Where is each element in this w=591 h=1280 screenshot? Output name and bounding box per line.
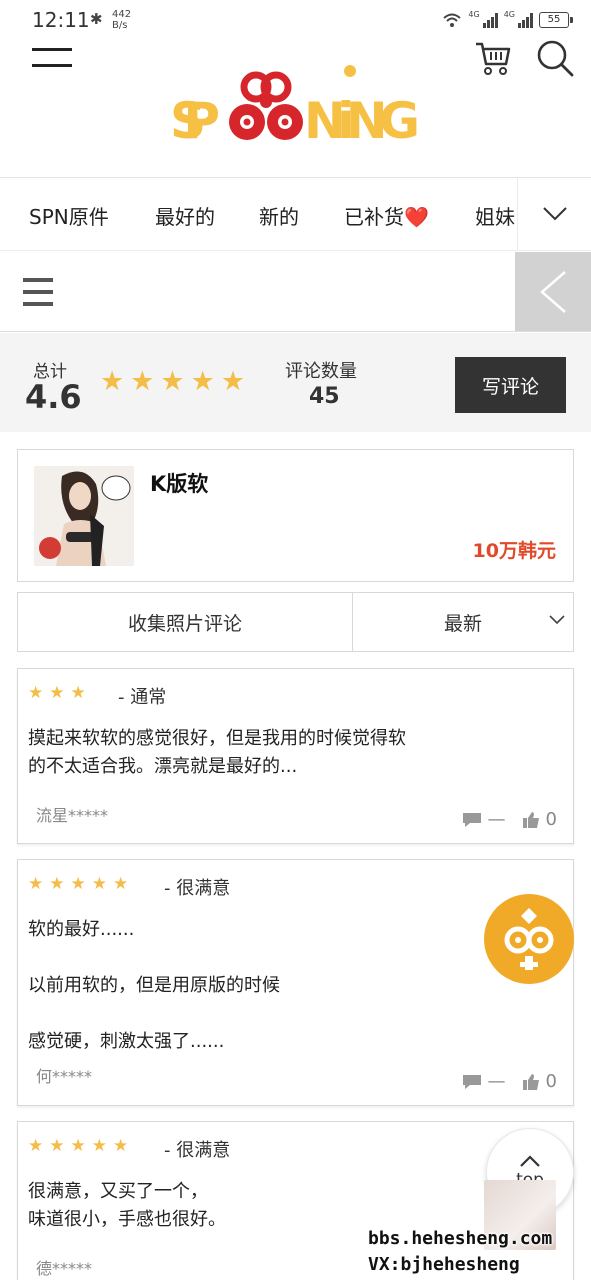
site-header: SP NiNG — [0, 40, 591, 178]
review-summary: 总计 4.6 ★★★★★ 评论数量 45 写评论 — [0, 333, 591, 432]
back-button[interactable] — [515, 252, 591, 331]
status-time: 12:11 — [32, 8, 90, 32]
svg-text:SP: SP — [170, 92, 220, 150]
tab-new[interactable]: 新的 — [259, 201, 299, 230]
photo-reviews-button[interactable]: 收集照片评论 — [18, 593, 353, 651]
status-icons: 4G 4G 55 — [442, 10, 573, 29]
watermark: bbs.hehesheng.com VX:bjhehesheng — [368, 1228, 553, 1275]
product-name[interactable]: K版软 — [150, 468, 208, 498]
product-card[interactable]: K版软 10万韩元 — [17, 449, 574, 582]
nav-more-button[interactable] — [517, 178, 591, 250]
review-count-label: 评论数量 — [285, 361, 357, 382]
wifi-icon — [443, 13, 462, 27]
network-speed: 442 B/s — [112, 9, 132, 31]
review-card[interactable]: ★★★ - 通常 摸起来软软的感觉很好，但是我用的时候觉得软 的不太适合我。漂亮… — [17, 668, 574, 844]
network-type-1: 4G — [468, 10, 480, 19]
review-body: 软的最好...... 以前用软的，但是用原版的时候 感觉硬，刺激太强了.....… — [28, 919, 280, 1052]
review-actions: — 0 — [452, 1071, 557, 1092]
review-rating-text: - 很满意 — [164, 1140, 231, 1161]
tab-best[interactable]: 最好的 — [155, 201, 215, 230]
average-rating: 4.6 — [25, 378, 82, 416]
spooning-logo[interactable]: SP NiNG — [170, 55, 422, 150]
main-menu-icon[interactable] — [32, 48, 72, 74]
review-stars: ★★★★★ — [28, 874, 135, 894]
svg-text:NiNG: NiNG — [304, 92, 420, 150]
like-count: 0 — [545, 809, 557, 830]
sub-toolbar — [0, 252, 591, 332]
chevron-down-icon — [542, 207, 567, 221]
chevron-down-icon — [549, 615, 565, 625]
brand-mascot-icon — [504, 908, 554, 970]
review-author: 何***** — [36, 1067, 93, 1086]
review-rating-text: - 很满意 — [164, 878, 231, 899]
thumbs-up-icon — [522, 1073, 539, 1090]
category-nav: SPN原件 最好的 新的 已补货❤️ 姐妹 — [0, 178, 591, 251]
review-body: 很满意，又买了一个， 味道很小，手感也很好。 — [28, 1181, 226, 1230]
comment-icon — [462, 812, 481, 827]
chevron-up-icon — [520, 1155, 540, 1167]
network-type-2: 4G — [503, 10, 515, 19]
review-stars: ★★★ — [28, 683, 92, 703]
search-icon[interactable] — [535, 38, 575, 78]
like-count: 0 — [545, 1071, 557, 1092]
average-stars: ★★★★★ — [100, 366, 252, 397]
review-stars: ★★★★★ — [28, 1136, 135, 1156]
review-rating-text: - 通常 — [118, 687, 167, 708]
tab-sisters[interactable]: 姐妹 — [475, 201, 515, 230]
tab-restocked[interactable]: 已补货❤️ — [344, 201, 429, 230]
comment-count: — — [487, 1071, 506, 1092]
category-menu-icon[interactable] — [23, 278, 53, 306]
review-actions: — 0 — [452, 809, 557, 830]
product-thumbnail[interactable] — [34, 466, 134, 566]
review-body: 摸起来软软的感觉很好，但是我用的时候觉得软 的不太适合我。漂亮就是最好的... — [28, 728, 406, 777]
cart-icon[interactable] — [474, 40, 512, 76]
comment-button[interactable]: — — [462, 809, 506, 830]
thumbs-up-icon — [522, 811, 539, 828]
comment-button[interactable]: — — [462, 1071, 506, 1092]
signal-icon-2 — [518, 12, 533, 28]
review-filter-bar: 收集照片评论 最新 — [17, 592, 574, 652]
review-author: 德***** — [36, 1259, 93, 1278]
tab-spn-original[interactable]: SPN原件 — [29, 201, 109, 230]
chevron-left-icon — [540, 270, 566, 313]
battery-icon: 55 — [539, 11, 573, 28]
comment-icon — [462, 1074, 481, 1089]
sort-select[interactable]: 最新 — [353, 593, 573, 651]
like-button[interactable]: 0 — [522, 1071, 557, 1092]
signal-icon — [482, 12, 498, 28]
bluetooth-icon: ✱ — [90, 10, 103, 28]
review-author: 流星***** — [36, 806, 109, 825]
product-photo-icon — [34, 466, 134, 566]
product-price: 10万韩元 — [472, 540, 556, 562]
review-count: 45 — [309, 384, 340, 409]
write-review-button[interactable]: 写评论 — [455, 357, 566, 413]
comment-count: — — [487, 809, 506, 830]
like-button[interactable]: 0 — [522, 809, 557, 830]
status-bar: 12:11 ✱ 442 B/s 4G 4G 55 — [0, 0, 591, 40]
review-card[interactable]: ★★★★★ - 很满意 软的最好...... 以前用软的，但是用原版的时候 感觉… — [17, 859, 574, 1106]
brand-chat-button[interactable] — [484, 894, 574, 984]
sort-selected-value: 最新 — [443, 612, 482, 635]
